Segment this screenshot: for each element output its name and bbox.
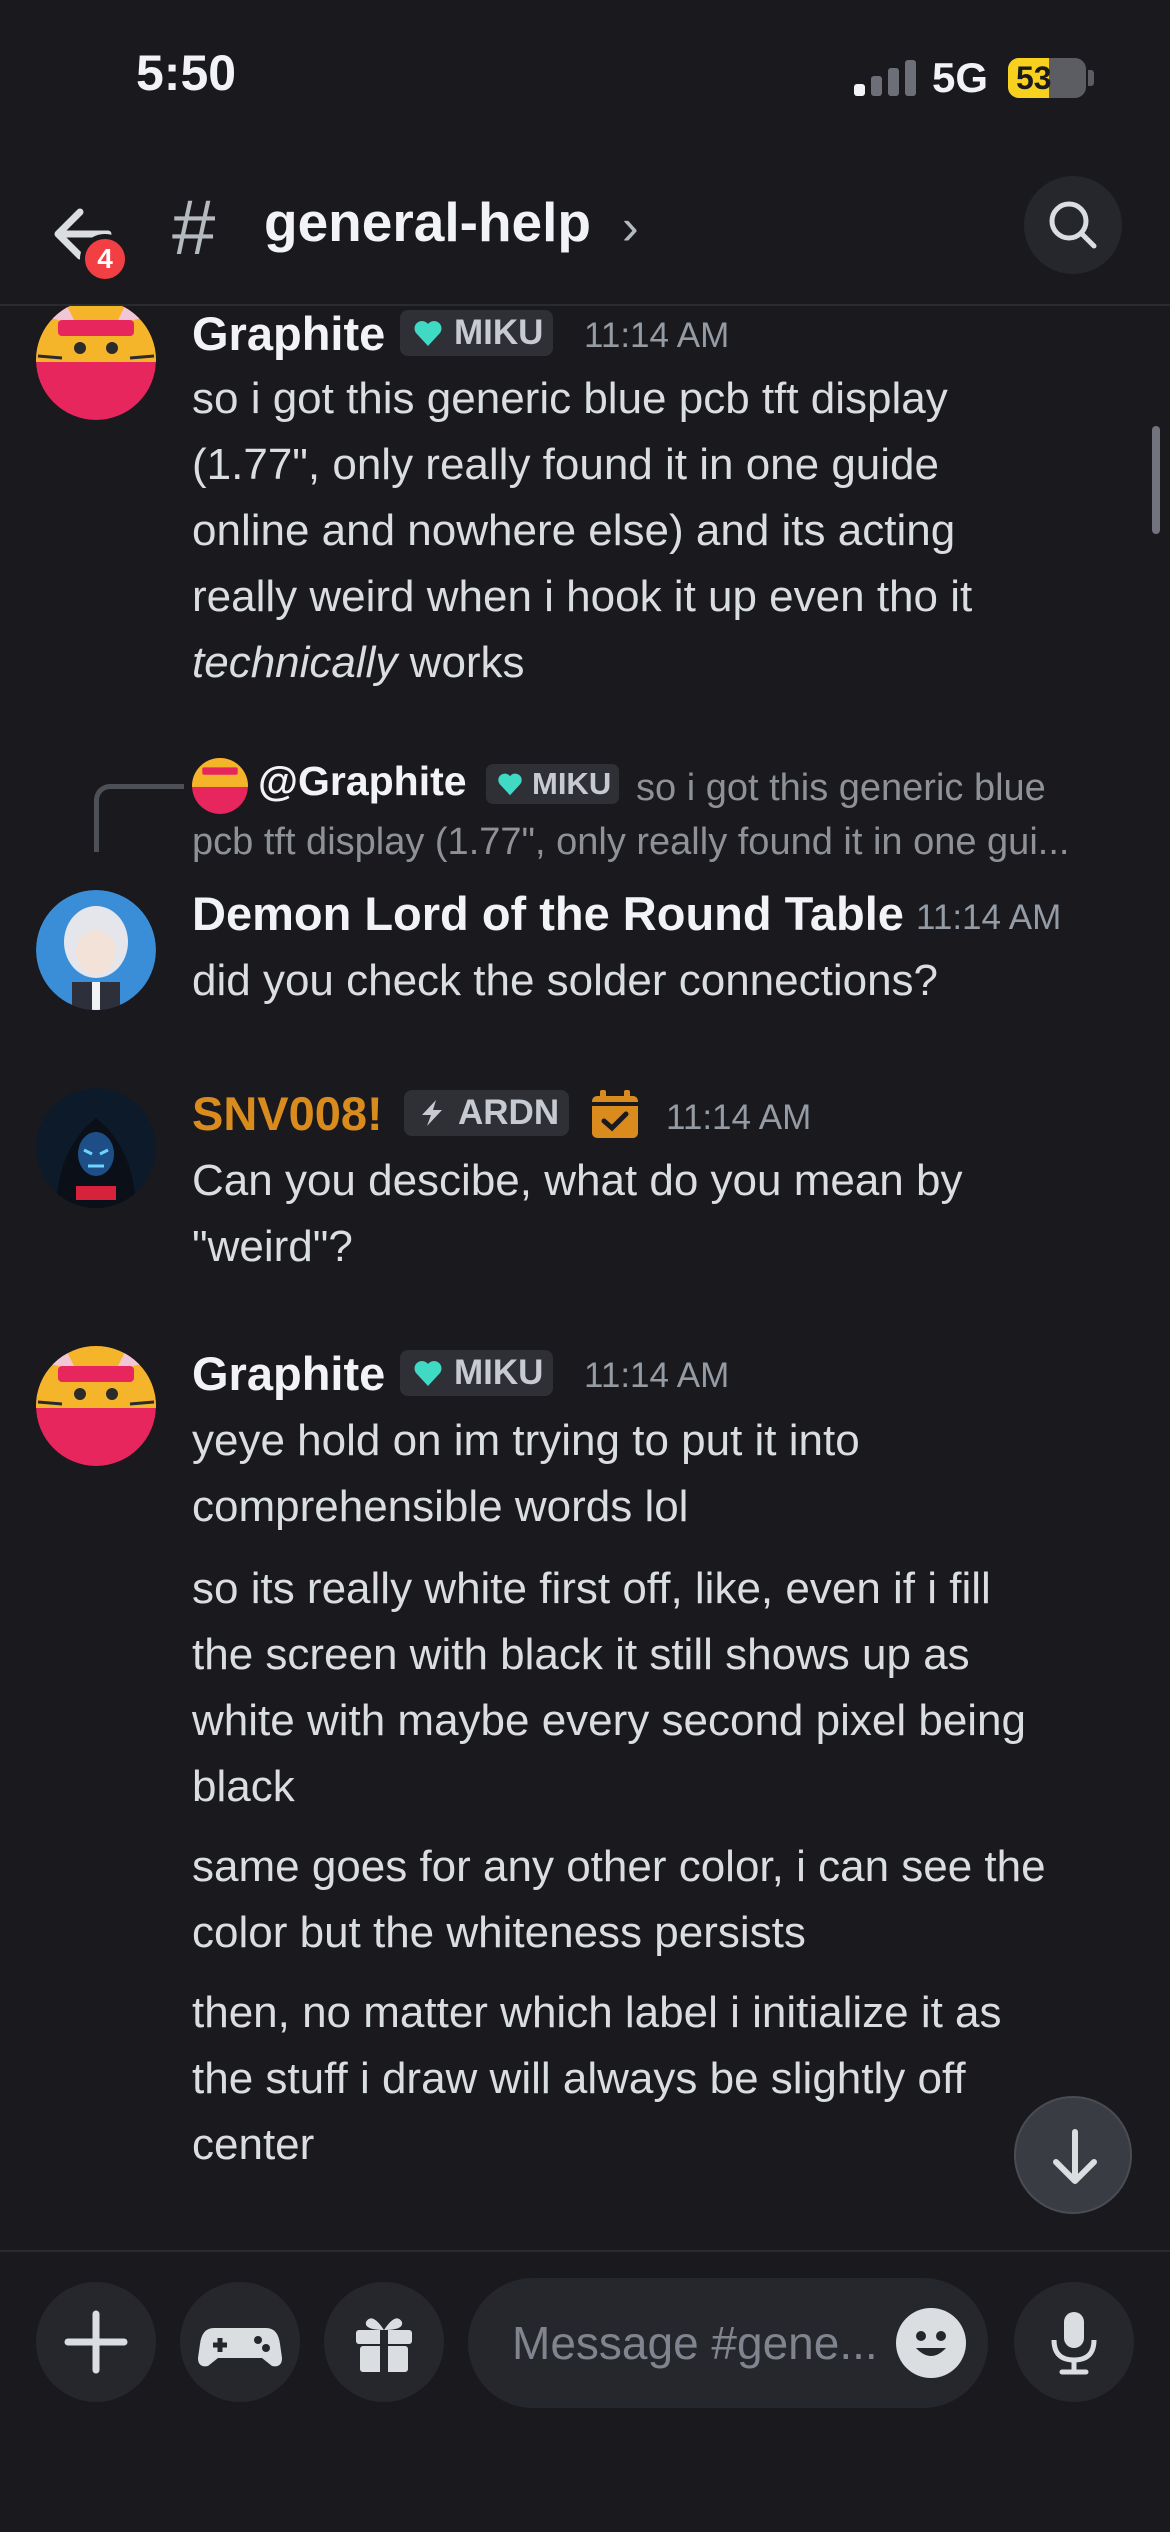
message-line: Can you descibe, what do you mean by [192,1156,963,1205]
heart-icon [498,773,522,796]
hooded-avatar-icon [36,1088,156,1208]
message-body[interactable]: Can you descibe, what do you mean by "we… [192,1148,1132,1280]
message-line: the stuff i draw will always be slightly… [192,2054,966,2103]
message-composer: Message #gene... [0,2250,1170,2532]
role-tag-label: MIKU [454,1353,544,1392]
avatar[interactable] [36,1346,156,1466]
message-line: comprehensible words lol [192,1482,689,1531]
timestamp: 11:14 AM [916,898,1062,937]
message-input-placeholder: Message #gene... [512,2317,878,2369]
role-tag: MIKU [400,1350,554,1396]
message-line: online and nowhere else) and its acting [192,506,956,555]
reply-preview[interactable]: so i got this generic blue [636,760,1046,816]
role-tag: MIKU [400,310,554,356]
message-paragraph[interactable]: same goes for any other color, i can see… [192,1834,1132,1966]
author-name[interactable]: Demon Lord of the Round Table [192,886,904,941]
message-line: the screen with black it still shows up … [192,1630,970,1679]
cat-avatar-icon [192,758,248,814]
timestamp: 11:14 AM [584,316,730,355]
battery-tip [1088,70,1094,86]
status-time: 5:50 [136,45,237,101]
chevron-right-icon[interactable]: › [622,198,639,256]
message-line: so i got this generic blue pcb tft displ… [192,374,948,423]
message-line: technically works [192,630,1132,696]
timestamp: 11:14 AM [666,1098,812,1137]
reply-connector [94,784,184,852]
message-list[interactable]: Graphite MIKU 11:14 AM so i got this gen… [0,306,1170,2250]
status-bar: 5:50 5G 53 [0,0,1170,160]
calendar-check-icon [590,1088,640,1140]
reply-role-tag: MIKU [486,764,620,804]
reply-role-label: MIKU [532,766,612,801]
unread-badge: 4 [80,234,130,284]
emoji-button[interactable] [896,2308,966,2378]
reply-avatar[interactable] [192,758,248,814]
gift-icon [356,2318,412,2372]
message-body[interactable]: did you check the solder connections? [192,948,1132,1014]
message-line: center [192,2120,315,2169]
battery-percent: 53 [1016,60,1052,96]
role-tag-label: MIKU [454,313,544,352]
voice-message-button[interactable] [1014,2282,1134,2402]
signal-icon [854,60,916,96]
author-name[interactable]: SNV008! [192,1086,383,1141]
add-attachment-button[interactable] [36,2282,156,2402]
anime-avatar-icon [36,890,156,1010]
message-line: then, no matter which label i initialize… [192,1988,1002,2037]
scrollbar[interactable] [1152,426,1160,534]
emphasis-text: technically [192,638,398,687]
channel-title[interactable]: general-help [264,190,591,254]
gamepad-icon [198,2328,282,2367]
plus-icon [64,2310,128,2374]
lightning-icon [422,1100,442,1126]
reply-author[interactable]: @Graphite [258,758,467,805]
hash-icon: # [172,183,216,271]
message-line: same goes for any other color, i can see… [192,1842,1046,1891]
message-line: so its really white first off, like, eve… [192,1564,991,1613]
avatar[interactable] [36,306,156,420]
activities-button[interactable] [180,2282,300,2402]
network-label: 5G [932,54,989,101]
timestamp: 11:14 AM [584,1356,730,1395]
arrow-down-icon [1053,2129,1097,2184]
message-line: white with maybe every second pixel bein… [192,1696,1027,1745]
message-paragraph[interactable]: so its really white first off, like, eve… [192,1556,1132,1820]
emoji-icon [916,2331,946,2356]
cat-avatar-icon [36,1346,156,1466]
microphone-icon [1051,2312,1097,2375]
message-line: yeye hold on im trying to put it into [192,1416,860,1465]
heart-icon [414,321,442,346]
author-name[interactable]: Graphite [192,306,385,361]
reply-preview[interactable]: pcb tft display (1.77", only really foun… [192,814,1069,870]
message-line-rest: works [397,638,525,687]
heart-icon [414,1361,442,1386]
message-paragraph[interactable]: then, no matter which label i initialize… [192,1980,1132,2178]
message-paragraph[interactable]: yeye hold on im trying to put it into co… [192,1408,1132,1540]
message-line: "weird"? [192,1222,353,1271]
search-button[interactable] [1024,176,1122,274]
message-body[interactable]: so i got this generic blue pcb tft displ… [192,366,1132,696]
author-name[interactable]: Graphite [192,1346,385,1401]
channel-header: 4 # general-help › [0,160,1170,306]
avatar[interactable] [36,1088,156,1208]
battery-icon: 53 [1008,58,1086,98]
message-input[interactable]: Message #gene... [468,2278,988,2408]
message-line: really weird when i hook it up even tho … [192,572,973,621]
cat-avatar-icon [36,306,156,420]
message-line: color but the whiteness persists [192,1908,806,1957]
message-line: black [192,1762,295,1811]
role-tag-label: ARDN [458,1093,560,1132]
role-tag: ARDN [404,1090,570,1136]
search-icon [1049,201,1097,249]
message-line: (1.77", only really found it in one guid… [192,440,939,489]
jump-to-bottom-button[interactable] [1014,2096,1132,2214]
avatar[interactable] [36,890,156,1010]
gift-button[interactable] [324,2282,444,2402]
